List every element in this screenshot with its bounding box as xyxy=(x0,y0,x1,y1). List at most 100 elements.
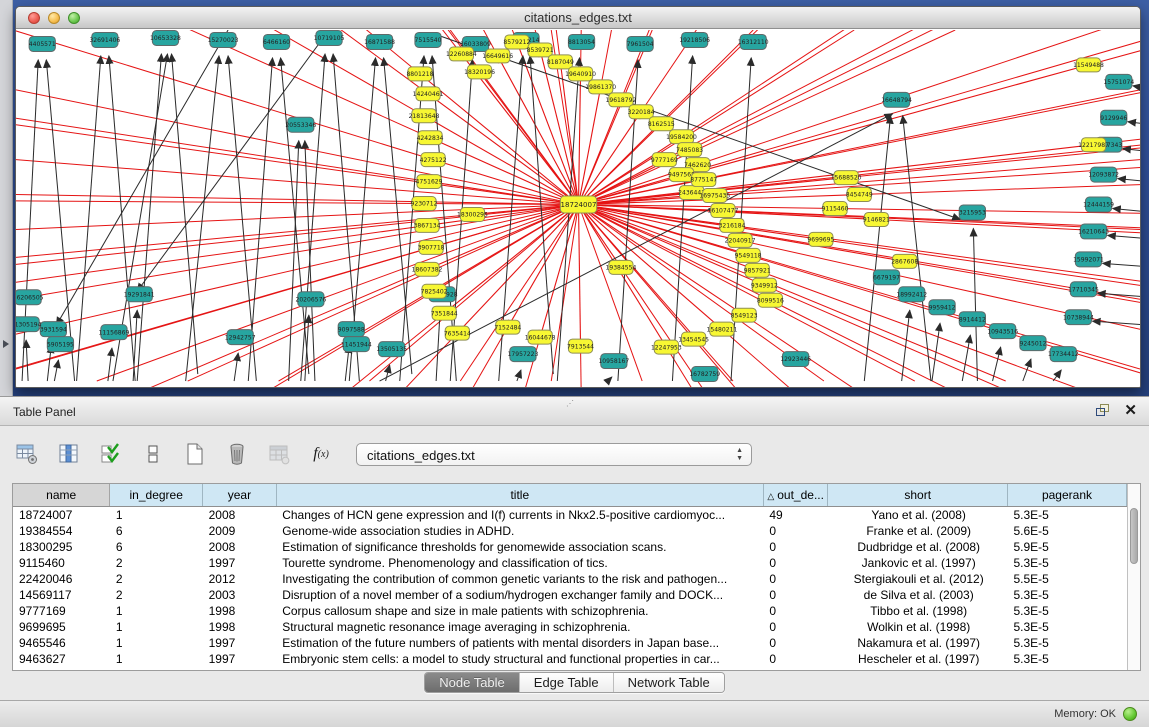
table-cell[interactable]: 1997 xyxy=(203,555,277,571)
table-cell[interactable]: 5.5E-5 xyxy=(1007,571,1126,587)
graph-node[interactable]: 14240461 xyxy=(413,87,444,101)
table-cell[interactable]: 9699695 xyxy=(13,619,110,635)
graph-node[interactable]: 20553346 xyxy=(285,117,316,132)
graph-node[interactable]: 19384554 xyxy=(606,260,637,274)
graph-node[interactable]: 20206576 xyxy=(295,292,326,307)
graph-node[interactable]: 18320196 xyxy=(464,65,495,79)
table-cell[interactable]: 1998 xyxy=(203,603,277,619)
graph-node[interactable]: 17957223 xyxy=(508,347,539,362)
table-cell[interactable]: 0 xyxy=(763,651,828,667)
table-cell[interactable]: 6 xyxy=(110,539,203,555)
table-cell[interactable]: 2 xyxy=(110,555,203,571)
graph-node[interactable]: 32691406 xyxy=(89,32,120,47)
graph-node[interactable]: 16649616 xyxy=(482,49,513,63)
tab-edge-table[interactable]: Edge Table xyxy=(520,673,614,692)
table-cell[interactable]: 9777169 xyxy=(13,603,110,619)
graph-node[interactable]: 12444159 xyxy=(1083,197,1114,212)
table-cell[interactable]: 1998 xyxy=(203,619,277,635)
graph-node[interactable]: 7635414 xyxy=(444,326,471,340)
close-panel-icon[interactable]: ✕ xyxy=(1124,404,1137,417)
graph-node[interactable]: 3216184 xyxy=(719,218,746,232)
graph-node[interactable]: 4751629 xyxy=(416,175,443,189)
graph-node[interactable]: 9777169 xyxy=(651,153,678,167)
graph-node[interactable]: 8187049 xyxy=(547,55,574,69)
table-cell[interactable]: 1997 xyxy=(203,635,277,651)
graph-node[interactable]: 9230712 xyxy=(411,197,438,211)
graph-node[interactable]: 9857921 xyxy=(744,263,771,277)
column-header-pagerank[interactable]: pagerank xyxy=(1007,484,1126,506)
graph-node[interactable]: 15688520 xyxy=(831,171,862,185)
table-cell[interactable]: 5.3E-5 xyxy=(1007,555,1126,571)
table-cell[interactable]: 2008 xyxy=(203,539,277,555)
table-cell[interactable]: Estimation of the future numbers of pati… xyxy=(276,635,763,651)
graph-node[interactable]: 9097588 xyxy=(338,322,365,337)
graph-node[interactable]: 16107477 xyxy=(708,204,739,218)
graph-node[interactable]: 18607382 xyxy=(412,262,443,276)
table-cell[interactable]: Changes of HCN gene expression and I(f) … xyxy=(276,506,763,523)
table-cell[interactable]: Investigating the contribution of common… xyxy=(276,571,763,587)
graph-node[interactable]: 9129946 xyxy=(1100,110,1127,125)
table-cell[interactable]: 9115460 xyxy=(13,555,110,571)
graph-node[interactable]: 12247953 xyxy=(651,340,682,354)
graph-node[interactable]: 8099516 xyxy=(757,293,784,307)
graph-node[interactable]: 3867134 xyxy=(414,218,441,232)
graph-node[interactable]: 16210643 xyxy=(1078,224,1109,239)
table-cell[interactable]: 5.6E-5 xyxy=(1007,523,1126,539)
graph-node[interactable]: 8813054 xyxy=(568,34,595,49)
graph-node[interactable]: 10958167 xyxy=(598,354,629,369)
graph-node[interactable]: 17734412 xyxy=(1048,347,1079,362)
graph-node[interactable]: 8775147 xyxy=(690,173,717,187)
graph-node[interactable]: 3907718 xyxy=(418,240,445,254)
graph-node[interactable]: 11549488 xyxy=(1073,58,1104,72)
table-cell[interactable]: Franke et al. (2009) xyxy=(828,523,1008,539)
table-row[interactable]: 977716911998Corpus callosum shape and si… xyxy=(13,603,1127,619)
left-collapse-strip[interactable] xyxy=(0,0,13,396)
table-cell[interactable]: 6 xyxy=(110,523,203,539)
column-visibility-icon[interactable] xyxy=(56,441,82,467)
table-cell[interactable]: 1997 xyxy=(203,651,277,667)
graph-node[interactable]: 9349912 xyxy=(751,278,778,292)
graph-node[interactable]: 8914412 xyxy=(959,312,986,327)
graph-node[interactable]: 8454749 xyxy=(846,188,873,202)
table-vertical-scrollbar[interactable] xyxy=(1127,484,1140,670)
graph-node[interactable]: 9959412 xyxy=(929,300,956,315)
function-builder-icon[interactable]: f(x) xyxy=(308,441,334,467)
table-cell[interactable]: 5.3E-5 xyxy=(1007,619,1126,635)
graph-node[interactable]: 7485083 xyxy=(676,143,703,157)
graph-node[interactable]: 7515540 xyxy=(415,32,442,47)
table-cell[interactable]: 14569117 xyxy=(13,587,110,603)
graph-node[interactable]: 10719105 xyxy=(314,30,345,45)
table-cell[interactable]: 5.3E-5 xyxy=(1007,506,1126,523)
graph-node[interactable]: 12260884 xyxy=(446,47,477,61)
table-cell[interactable]: Dudbridge et al. (2008) xyxy=(828,539,1008,555)
table-cell[interactable]: 2 xyxy=(110,571,203,587)
graph-node[interactable]: 15751074 xyxy=(1103,74,1134,89)
graph-node[interactable]: 15992071 xyxy=(1073,252,1104,267)
collapse-arrow-icon[interactable] xyxy=(3,340,9,348)
table-cell[interactable]: Nakamura et al. (1997) xyxy=(828,635,1008,651)
network-graph-svg[interactable]: 4405571326914061065332815270023646616010… xyxy=(16,30,1140,387)
table-cell[interactable]: 0 xyxy=(763,619,828,635)
table-cell[interactable]: 22420046 xyxy=(13,571,110,587)
graph-node[interactable]: 31305194 xyxy=(16,317,42,332)
graph-node[interactable]: 7152484 xyxy=(494,320,521,334)
delete-table-icon[interactable] xyxy=(224,441,250,467)
table-cell[interactable]: 0 xyxy=(763,555,828,571)
table-row[interactable]: 1872400712008Changes of HCN gene express… xyxy=(13,506,1127,523)
table-selector-dropdown[interactable]: citations_edges.txt ▲▼ xyxy=(356,443,752,466)
table-cell[interactable]: 0 xyxy=(763,539,828,555)
table-cell[interactable]: 9463627 xyxy=(13,651,110,667)
memory-status-indicator[interactable] xyxy=(1123,707,1137,721)
table-cell[interactable]: Tibbo et al. (1998) xyxy=(828,603,1008,619)
graph-node[interactable]: 19584200 xyxy=(666,130,697,144)
graph-node[interactable]: 9115460 xyxy=(822,202,849,216)
table-cell[interactable]: 2012 xyxy=(203,571,277,587)
graph-node[interactable]: 8162515 xyxy=(648,117,675,131)
graph-node[interactable]: 4242834 xyxy=(417,131,444,145)
table-row[interactable]: 1830029562008Estimation of significance … xyxy=(13,539,1127,555)
graph-node[interactable]: 19861370 xyxy=(585,80,616,94)
table-settings-icon[interactable] xyxy=(14,441,40,467)
table-cell[interactable]: Tourette syndrome. Phenomenology and cla… xyxy=(276,555,763,571)
network-window-titlebar[interactable]: citations_edges.txt xyxy=(16,7,1140,29)
table-cell[interactable]: Stergiakouli et al. (2012) xyxy=(828,571,1008,587)
